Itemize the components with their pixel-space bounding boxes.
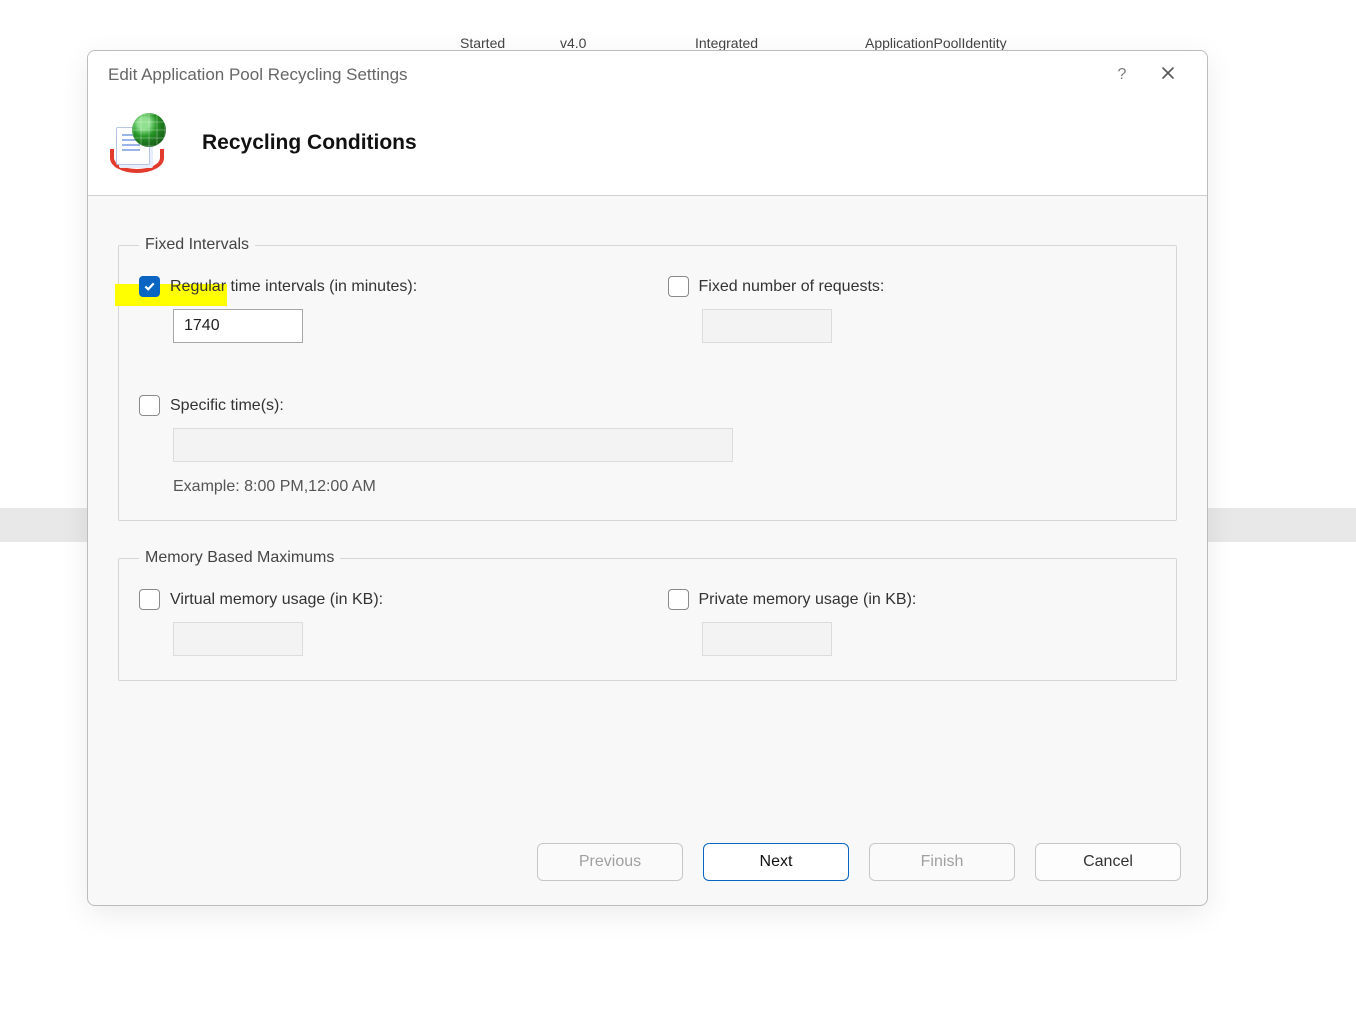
- bg-col-version: v4.0: [560, 35, 586, 51]
- help-icon: ?: [1118, 66, 1127, 84]
- regular-interval-label: Regular time intervals (in minutes):: [170, 278, 417, 296]
- dialog-body: Fixed Intervals Regular time intervals (…: [88, 196, 1207, 825]
- cancel-button[interactable]: Cancel: [1035, 843, 1181, 881]
- background-selection-left: [0, 508, 87, 542]
- dialog-header: Recycling Conditions: [88, 99, 1207, 196]
- regular-interval-input[interactable]: [173, 309, 303, 343]
- dialog-title: Edit Application Pool Recycling Settings: [108, 65, 1099, 85]
- close-icon: [1161, 66, 1175, 85]
- specific-times-label: Specific time(s):: [170, 397, 284, 415]
- private-memory-input: [702, 622, 832, 656]
- recycling-settings-dialog: Edit Application Pool Recycling Settings…: [87, 50, 1208, 906]
- specific-times-row[interactable]: Specific time(s):: [139, 395, 1156, 416]
- next-button[interactable]: Next: [703, 843, 849, 881]
- fixed-intervals-group: Fixed Intervals Regular time intervals (…: [118, 236, 1177, 521]
- recycling-header-icon: [110, 113, 170, 173]
- fixed-requests-checkbox[interactable]: [668, 276, 689, 297]
- close-button[interactable]: [1145, 59, 1191, 91]
- virtual-memory-row[interactable]: Virtual memory usage (in KB):: [139, 589, 628, 610]
- specific-times-input: [173, 428, 733, 462]
- page-title: Recycling Conditions: [202, 131, 417, 155]
- dialog-titlebar: Edit Application Pool Recycling Settings…: [88, 51, 1207, 99]
- fixed-requests-row[interactable]: Fixed number of requests:: [668, 276, 1157, 297]
- bg-col-mode: Integrated: [695, 35, 758, 51]
- background-selection-right: [1206, 508, 1356, 542]
- private-memory-checkbox[interactable]: [668, 589, 689, 610]
- dialog-footer: Previous Next Finish Cancel: [88, 825, 1207, 905]
- specific-times-checkbox[interactable]: [139, 395, 160, 416]
- fixed-requests-label: Fixed number of requests:: [699, 278, 885, 296]
- private-memory-row[interactable]: Private memory usage (in KB):: [668, 589, 1157, 610]
- fixed-intervals-legend: Fixed Intervals: [139, 236, 255, 254]
- previous-button: Previous: [537, 843, 683, 881]
- virtual-memory-label: Virtual memory usage (in KB):: [170, 591, 383, 609]
- help-button[interactable]: ?: [1099, 59, 1145, 91]
- fixed-requests-input: [702, 309, 832, 343]
- regular-interval-checkbox[interactable]: [139, 276, 160, 297]
- finish-button: Finish: [869, 843, 1015, 881]
- memory-maximums-legend: Memory Based Maximums: [139, 549, 340, 567]
- virtual-memory-input: [173, 622, 303, 656]
- specific-times-hint: Example: 8:00 PM,12:00 AM: [173, 478, 1156, 496]
- bg-col-identity: ApplicationPoolIdentity: [865, 35, 1007, 51]
- memory-maximums-group: Memory Based Maximums Virtual memory usa…: [118, 549, 1177, 681]
- bg-col-started: Started: [460, 35, 505, 51]
- private-memory-label: Private memory usage (in KB):: [699, 591, 917, 609]
- regular-interval-row[interactable]: Regular time intervals (in minutes):: [139, 276, 628, 297]
- virtual-memory-checkbox[interactable]: [139, 589, 160, 610]
